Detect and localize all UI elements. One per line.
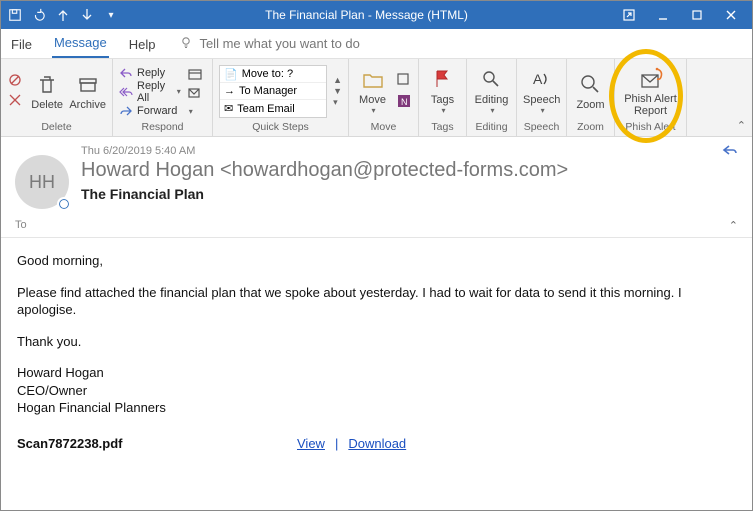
window-controls [614,5,746,25]
attachment-separator: | [335,435,338,453]
find-icon [480,68,504,92]
onenote-icon[interactable]: N [396,93,412,112]
group-delete: Delete Archive Delete [1,59,113,136]
close-button[interactable] [716,5,746,25]
read-aloud-icon: A [530,68,554,92]
message-from: Howard Hogan <howardhogan@protected-form… [81,159,738,182]
save-icon[interactable] [7,7,23,23]
ribbon-tabs: File Message Help Tell me what you want … [1,29,752,59]
group-move: Move▾ N Move [349,59,419,136]
group-phish-alert: Phish Alert Report Phish Alert [615,59,687,136]
qat-customize-icon[interactable]: ▾ [103,7,119,23]
maximize-button[interactable] [682,5,712,25]
avatar-initials: HH [29,172,55,193]
attachment-view-link[interactable]: View [297,435,325,453]
signature: Howard Hogan CEO/Owner Hogan Financial P… [17,364,736,417]
title-bar: ▾ The Financial Plan - Message (HTML) [1,1,752,29]
editing-button[interactable]: Editing▾ [473,64,510,120]
tab-help[interactable]: Help [127,33,158,58]
ignore-icon[interactable] [7,92,23,111]
attachment-download-link[interactable]: Download [348,435,406,453]
phish-hook-envelope-icon [639,67,663,91]
quick-step-teamemail[interactable]: ✉Team Email [220,100,326,117]
expand-header-icon[interactable]: ⌃ [729,219,738,232]
folder-move-icon: 📄 [224,68,238,81]
group-zoom: Zoom Zoom [567,59,615,136]
next-item-icon[interactable] [79,7,95,23]
body-thanks: Thank you. [17,333,736,351]
group-editing: Editing▾ Editing [467,59,517,136]
sender-avatar[interactable]: HH [15,155,69,209]
svg-text:A: A [533,71,543,87]
reply-all-icon [119,85,133,99]
group-quick-steps: 📄Move to: ? →To Manager ✉Team Email ▲▼▾ … [213,59,349,136]
message-body: Good morning, Please find attached the f… [1,238,752,510]
tab-message[interactable]: Message [52,31,109,58]
attachment-name: Scan7872238.pdf [17,435,287,453]
forward-button[interactable]: Forward [119,102,181,120]
quick-steps-gallery[interactable]: 📄Move to: ? →To Manager ✉Team Email [219,65,327,118]
lightbulb-icon [179,35,193,52]
zoom-button[interactable]: Zoom [573,64,608,120]
zoom-icon [579,73,603,97]
body-greeting: Good morning, [17,252,736,270]
envelope-icon: ✉ [224,102,233,115]
undo-icon[interactable] [31,7,47,23]
quick-step-tomanager[interactable]: →To Manager [220,83,326,100]
prev-item-icon[interactable] [55,7,71,23]
rules-icon[interactable] [396,72,412,89]
more-respond-icon[interactable]: ▾ [187,86,206,117]
phish-alert-report-button[interactable]: Phish Alert Report [621,64,680,120]
reply-shortcut-icon[interactable] [722,143,738,160]
archive-icon [76,73,100,97]
collapse-ribbon-icon[interactable]: ⌃ [737,119,746,132]
speech-button[interactable]: A Speech▾ [523,64,560,120]
quick-step-moveto[interactable]: 📄Move to: ? [220,66,326,83]
quick-access-toolbar: ▾ [7,7,119,23]
message-date: Thu 6/20/2019 5:40 AM [81,145,738,157]
attachment-row: Scan7872238.pdf View | Download [17,435,736,453]
junk-icon[interactable] [7,72,23,91]
reply-icon [119,66,133,80]
to-row: To ⌃ [1,217,752,238]
message-header: HH Thu 6/20/2019 5:40 AM Howard Hogan <h… [1,137,752,217]
message-subject: The Financial Plan [81,186,738,202]
meeting-icon[interactable] [187,67,206,84]
body-paragraph: Please find attached the financial plan … [17,284,736,319]
group-speech: A Speech▾ Speech [517,59,567,136]
arrow-right-icon: → [224,85,235,97]
tell-me-search[interactable]: Tell me what you want to do [179,35,359,58]
tags-button[interactable]: Tags▾ [425,64,460,120]
reply-all-button[interactable]: Reply All▾ [119,83,181,101]
quick-steps-scroll[interactable]: ▲▼▾ [333,75,342,108]
svg-text:N: N [401,97,408,107]
group-respond: Reply Reply All▾ Forward ▾ Respond [113,59,213,136]
archive-button[interactable]: Archive [69,64,106,120]
presence-indicator [57,197,71,211]
to-label: To [15,219,27,231]
group-tags: Tags▾ Tags [419,59,467,136]
tab-file[interactable]: File [9,33,34,58]
flag-icon [431,68,455,92]
trash-icon [35,73,59,97]
tell-me-label: Tell me what you want to do [199,36,359,51]
move-folder-icon [361,68,385,92]
move-button[interactable]: Move▾ [355,64,390,120]
minimize-button[interactable] [648,5,678,25]
ribbon: Delete Archive Delete Reply Reply All▾ F… [1,59,752,137]
window-title: The Financial Plan - Message (HTML) [119,8,614,22]
popout-button[interactable] [614,5,644,25]
delete-button[interactable]: Delete [31,64,63,120]
forward-icon [119,104,133,118]
